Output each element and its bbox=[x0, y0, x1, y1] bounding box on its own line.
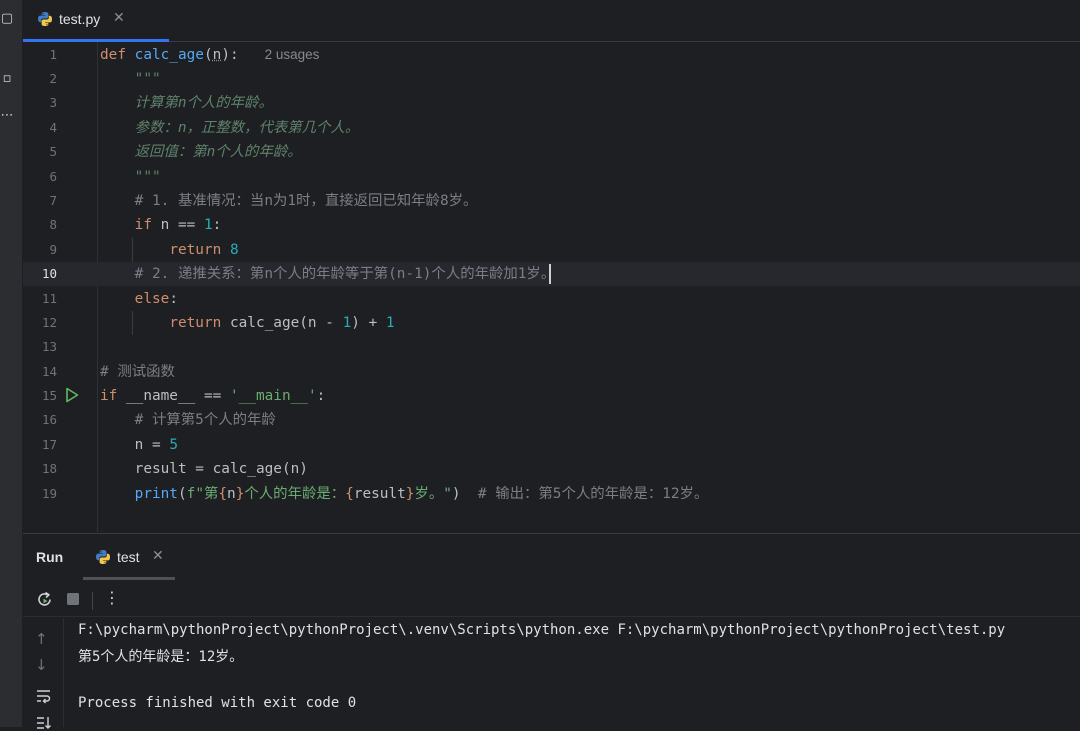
editor-tab-label: test.py bbox=[59, 11, 101, 27]
code-line: 15 if __name__ == '__main__': bbox=[23, 384, 1080, 408]
close-run-tab-icon[interactable]: ✕ bbox=[152, 548, 164, 564]
editor-tab-bar: test.py ✕ bbox=[23, 0, 1080, 42]
code-line: 6 """ bbox=[23, 165, 1080, 189]
python-file-icon bbox=[38, 12, 52, 26]
active-run-tab-indicator bbox=[83, 577, 175, 580]
python-file-icon bbox=[96, 550, 110, 564]
code-line: 4 参数：n，正整数，代表第几个人。 bbox=[23, 116, 1080, 140]
console-line-output: 第5个人的年龄是：12岁。 bbox=[78, 649, 244, 665]
project-tool-icon[interactable]: ▢ bbox=[0, 11, 14, 26]
console-side-toolbar: ↑ ↓ bbox=[23, 618, 64, 729]
code-line: 14 # 测试函数 bbox=[23, 360, 1080, 384]
run-tool-window: Run test ✕ ⋮ ↑ ↓ F:\pycharm\pythonProjec… bbox=[23, 533, 1080, 729]
code-line: 12 return calc_age(n - 1) + 1 bbox=[23, 311, 1080, 335]
line-number: 6 bbox=[49, 169, 57, 184]
scroll-up-icon[interactable]: ↑ bbox=[35, 630, 48, 648]
line-number: 12 bbox=[41, 315, 57, 330]
run-panel-title: Run bbox=[36, 549, 64, 565]
line-number: 4 bbox=[49, 120, 57, 135]
line-number: 7 bbox=[49, 193, 57, 208]
line-number: 5 bbox=[49, 144, 57, 159]
stop-icon[interactable] bbox=[66, 592, 80, 606]
scroll-down-icon[interactable]: ↓ bbox=[35, 656, 48, 674]
scroll-to-end-icon[interactable] bbox=[35, 715, 53, 731]
code-line: 16 # 计算第5个人的年龄 bbox=[23, 408, 1080, 432]
code-line: 11 else: bbox=[23, 287, 1080, 311]
line-number: 16 bbox=[41, 412, 57, 427]
code-line: 9 return 8 bbox=[23, 238, 1080, 262]
run-tab-test[interactable]: test ✕ bbox=[83, 534, 175, 580]
code-line: 13 bbox=[23, 335, 1080, 359]
line-number: 11 bbox=[41, 291, 57, 306]
code-line: 8 if n == 1: bbox=[23, 213, 1080, 237]
more-icon[interactable]: ⋮ bbox=[104, 588, 120, 607]
code-line: 1 def calc_age(n): 2 usages bbox=[23, 43, 1080, 67]
code-line: 3 计算第n个人的年龄。 bbox=[23, 91, 1080, 115]
line-number: 15 bbox=[41, 388, 57, 403]
line-number: 3 bbox=[49, 95, 57, 110]
code-editor[interactable]: 1 def calc_age(n): 2 usages 2 """ 3 计算第n… bbox=[23, 42, 1080, 532]
more-tools-icon[interactable]: ⋯ bbox=[0, 108, 14, 123]
run-toolbar: ⋮ bbox=[23, 584, 1080, 617]
rerun-icon[interactable] bbox=[35, 590, 55, 610]
editor-tab-test-py[interactable]: test.py ✕ bbox=[23, 0, 169, 42]
line-number: 8 bbox=[49, 217, 57, 232]
text-caret bbox=[549, 264, 551, 284]
console-line-exit: Process finished with exit code 0 bbox=[78, 695, 357, 711]
line-number: 17 bbox=[41, 437, 57, 452]
structure-tool-icon[interactable]: ▫ bbox=[0, 71, 14, 86]
code-line: 5 返回值：第n个人的年龄。 bbox=[23, 140, 1080, 164]
code-line: 18 result = calc_age(n) bbox=[23, 457, 1080, 481]
line-number: 18 bbox=[41, 461, 57, 476]
line-number: 19 bbox=[41, 486, 57, 501]
code-line: 2 """ bbox=[23, 67, 1080, 91]
code-line: 17 n = 5 bbox=[23, 433, 1080, 457]
line-number: 9 bbox=[49, 242, 57, 257]
run-gutter-icon[interactable] bbox=[65, 387, 79, 403]
code-line-current: 10 # 2. 递推关系：第n个人的年龄等于第(n-1)个人的年龄加1岁。 bbox=[23, 262, 1080, 286]
line-number: 14 bbox=[41, 364, 57, 379]
console-line-command: F:\pycharm\pythonProject\pythonProject\.… bbox=[78, 622, 1006, 638]
line-number: 10 bbox=[41, 266, 57, 281]
usages-hint[interactable]: 2 usages bbox=[265, 47, 320, 62]
line-number: 1 bbox=[49, 47, 57, 62]
left-tool-strip: ▢ ▫ ⋯ bbox=[0, 0, 23, 727]
line-number: 13 bbox=[41, 339, 57, 354]
run-tab-label: test bbox=[117, 549, 140, 565]
code-line: 19 print(f"第{n}个人的年龄是：{result}岁。") # 输出：… bbox=[23, 482, 1080, 506]
close-tab-icon[interactable]: ✕ bbox=[113, 10, 125, 26]
code-line: 7 # 1. 基准情况：当n为1时，直接返回已知年龄8岁。 bbox=[23, 189, 1080, 213]
line-number: 2 bbox=[49, 71, 57, 86]
soft-wrap-icon[interactable] bbox=[35, 688, 53, 704]
toolbar-separator bbox=[92, 592, 93, 610]
